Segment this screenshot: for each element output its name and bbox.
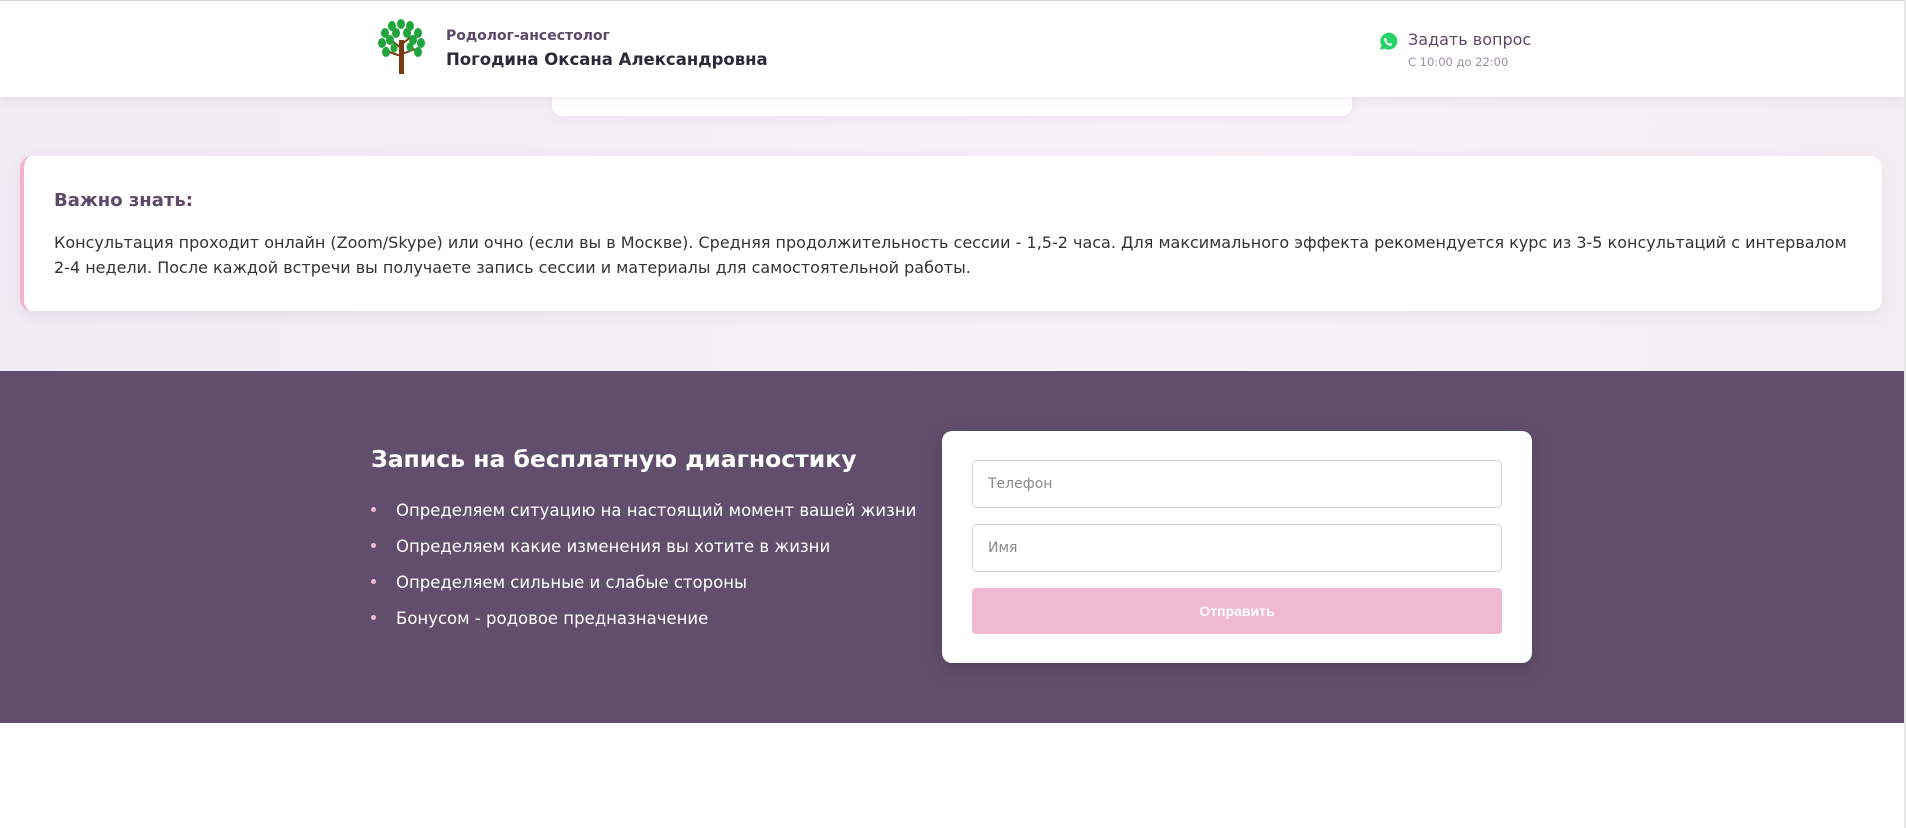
info-text: Консультация проходит онлайн (Zoom/Skype…: [54, 233, 1847, 277]
benefit-text: Определяем ситуацию на настоящий момент …: [396, 501, 917, 520]
benefit-text: Определяем какие изменения вы хотите в ж…: [396, 537, 831, 556]
name-field[interactable]: [972, 524, 1502, 572]
bullet-dot: [371, 507, 376, 512]
info-title: Важно знать:: [54, 190, 193, 211]
bullet-dot: [371, 543, 376, 548]
ask-question-link[interactable]: Задать вопрос: [1408, 30, 1531, 49]
site-header: Родолог-ансестолог Погодина Оксана Алекс…: [0, 0, 1904, 97]
working-hours: С 10:00 до 22:00: [1408, 55, 1509, 69]
signup-section: Запись на бесплатную диагностику Определ…: [0, 371, 1904, 723]
benefit-text: Определяем сильные и слабые стороны: [396, 573, 748, 592]
brand-subtitle: Родолог-ансестолог: [446, 28, 610, 44]
important-info-card: Важно знать: Консультация проходит онлай…: [20, 156, 1882, 311]
benefit-text: Бонусом - родовое предназначение: [396, 609, 709, 628]
brand-name: Погодина Оксана Александровна: [446, 50, 768, 69]
bullet-dot: [371, 579, 376, 584]
signup-title: Запись на бесплатную диагностику: [371, 445, 857, 473]
bullet-dot: [371, 615, 376, 620]
tree-icon[interactable]: [377, 18, 427, 74]
submit-button[interactable]: Отправить: [972, 588, 1502, 634]
whatsapp-icon[interactable]: [1377, 31, 1399, 53]
signup-form: Отправить: [942, 431, 1532, 663]
top-border: [0, 0, 1906, 1]
phone-field[interactable]: [972, 460, 1502, 508]
